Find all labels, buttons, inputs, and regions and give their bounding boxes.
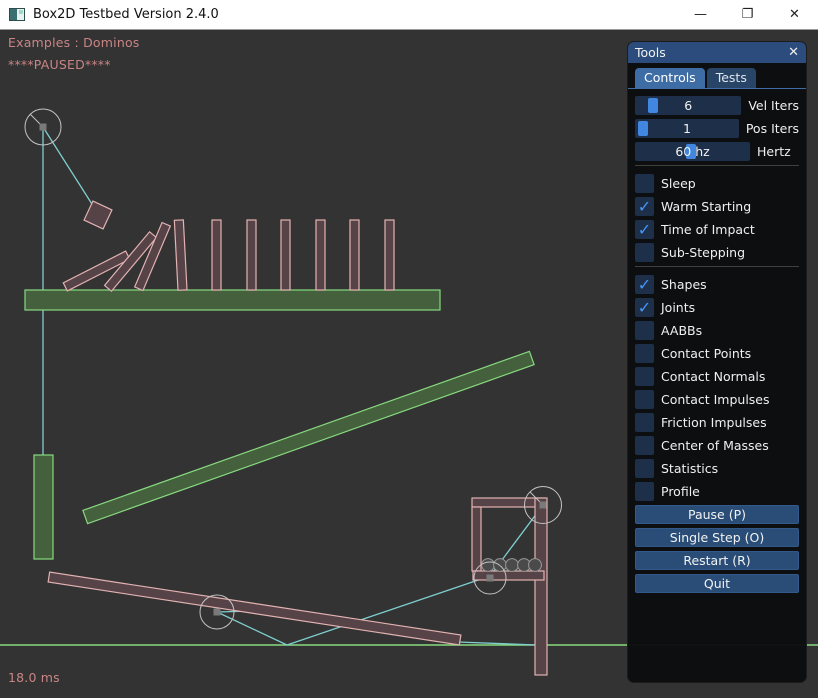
checkbox-center-of-masses[interactable]: ✓ xyxy=(635,436,654,455)
restart-button[interactable]: Restart (R) xyxy=(635,551,799,570)
seesaw-plank[interactable] xyxy=(48,572,461,645)
hertz-slider[interactable]: 60 hz xyxy=(635,142,750,161)
joint-anchor xyxy=(487,575,494,582)
ball xyxy=(482,559,495,572)
tools-panel-titlebar[interactable]: Tools ✕ xyxy=(628,42,806,63)
checkbox-statistics[interactable]: ✓ xyxy=(635,459,654,478)
check-row: ✓ Contact Impulses xyxy=(635,390,799,409)
ramp xyxy=(83,351,534,523)
ball xyxy=(529,559,542,572)
resting-balls[interactable] xyxy=(482,559,542,572)
check-row: ✓ Joints xyxy=(635,298,799,317)
swinging-box[interactable] xyxy=(84,201,112,229)
fallen-dominoes[interactable] xyxy=(63,223,170,292)
frame-time-label: 18.0 ms xyxy=(8,670,60,685)
domino-platform xyxy=(25,290,440,310)
checkbox-time-of-impact[interactable]: ✓ xyxy=(635,220,654,239)
domino xyxy=(385,220,394,290)
slider-row: 6 Vel Iters xyxy=(635,96,799,115)
domino xyxy=(174,220,187,290)
app-icon xyxy=(9,8,25,21)
quit-button[interactable]: Quit xyxy=(635,574,799,593)
domino xyxy=(350,220,359,290)
checkbox-profile[interactable]: ✓ xyxy=(635,482,654,501)
checkbox-shapes[interactable]: ✓ xyxy=(635,275,654,294)
checkbox-sub-stepping[interactable]: ✓ xyxy=(635,243,654,262)
standing-dominoes[interactable] xyxy=(174,220,394,290)
tools-close-icon[interactable]: ✕ xyxy=(788,46,799,59)
pause-button[interactable]: Pause (P) xyxy=(635,505,799,524)
tools-tabbar: Controls Tests xyxy=(628,63,806,89)
frame-right-bar xyxy=(535,498,547,675)
check-row: ✓ Shapes xyxy=(635,275,799,294)
domino xyxy=(212,220,221,290)
vel-iters-label: Vel Iters xyxy=(748,98,799,113)
ball xyxy=(506,559,519,572)
close-icon[interactable]: ✕ xyxy=(771,0,818,29)
separator xyxy=(635,266,799,267)
check-row: ✓ Sleep xyxy=(635,174,799,193)
check-row: ✓ Warm Starting xyxy=(635,197,799,216)
pendulum-frame xyxy=(472,498,547,675)
check-row: ✓ Profile xyxy=(635,482,799,501)
check-icon: ✓ xyxy=(638,197,651,216)
frame-shelf xyxy=(473,571,544,580)
checkbox-sleep[interactable]: ✓ xyxy=(635,174,654,193)
joint-anchor xyxy=(540,502,547,509)
tab-tests[interactable]: Tests xyxy=(707,68,756,88)
tools-panel: Tools ✕ Controls Tests 6 Vel Iters 1 Pos… xyxy=(627,41,807,683)
domino xyxy=(281,220,290,290)
checkbox-contact-impulses[interactable]: ✓ xyxy=(635,390,654,409)
check-icon: ✓ xyxy=(638,275,651,294)
separator xyxy=(635,165,799,166)
pos-iters-label: Pos Iters xyxy=(746,121,799,136)
slider-row: 60 hz Hertz xyxy=(635,142,799,161)
check-row: ✓ Statistics xyxy=(635,459,799,478)
joint-anchor xyxy=(40,124,47,131)
tab-controls[interactable]: Controls xyxy=(635,68,705,88)
check-icon: ✓ xyxy=(638,298,651,317)
frame-left-bar xyxy=(472,507,481,571)
check-row: ✓ Contact Points xyxy=(635,344,799,363)
example-name-label: Examples : Dominos xyxy=(8,35,140,50)
joint-anchor xyxy=(214,609,221,616)
window-title: Box2D Testbed Version 2.4.0 xyxy=(33,7,219,22)
checkbox-contact-normals[interactable]: ✓ xyxy=(635,367,654,386)
vel-iters-slider[interactable]: 6 xyxy=(635,96,741,115)
check-row: ✓ Contact Normals xyxy=(635,367,799,386)
app-window: Box2D Testbed Version 2.4.0 — ❐ ✕ xyxy=(0,0,818,698)
check-icon: ✓ xyxy=(638,220,651,239)
check-row: ✓ Time of Impact xyxy=(635,220,799,239)
single-step-button[interactable]: Single Step (O) xyxy=(635,528,799,547)
tools-content: 6 Vel Iters 1 Pos Iters 60 hz Hertz xyxy=(628,89,806,593)
checkbox-aabbs[interactable]: ✓ xyxy=(635,321,654,340)
green-post xyxy=(34,455,53,559)
window-titlebar: Box2D Testbed Version 2.4.0 — ❐ ✕ xyxy=(0,0,818,30)
check-row: ✓ Sub-Stepping xyxy=(635,243,799,262)
checkbox-warm-starting[interactable]: ✓ xyxy=(635,197,654,216)
check-row: ✓ Friction Impulses xyxy=(635,413,799,432)
pos-iters-slider[interactable]: 1 xyxy=(635,119,739,138)
slider-row: 1 Pos Iters xyxy=(635,119,799,138)
domino xyxy=(247,220,256,290)
check-row: ✓ Center of Masses xyxy=(635,436,799,455)
hertz-label: Hertz xyxy=(757,144,791,159)
domino xyxy=(316,220,325,290)
checkbox-joints[interactable]: ✓ xyxy=(635,298,654,317)
checkbox-contact-points[interactable]: ✓ xyxy=(635,344,654,363)
check-row: ✓ AABBs xyxy=(635,321,799,340)
tools-panel-title: Tools xyxy=(635,45,666,60)
maximize-icon[interactable]: ❐ xyxy=(724,0,771,29)
paused-status-label: ****PAUSED**** xyxy=(8,57,111,72)
minimize-icon[interactable]: — xyxy=(677,0,724,29)
frame-top-bar xyxy=(472,498,545,507)
checkbox-friction-impulses[interactable]: ✓ xyxy=(635,413,654,432)
